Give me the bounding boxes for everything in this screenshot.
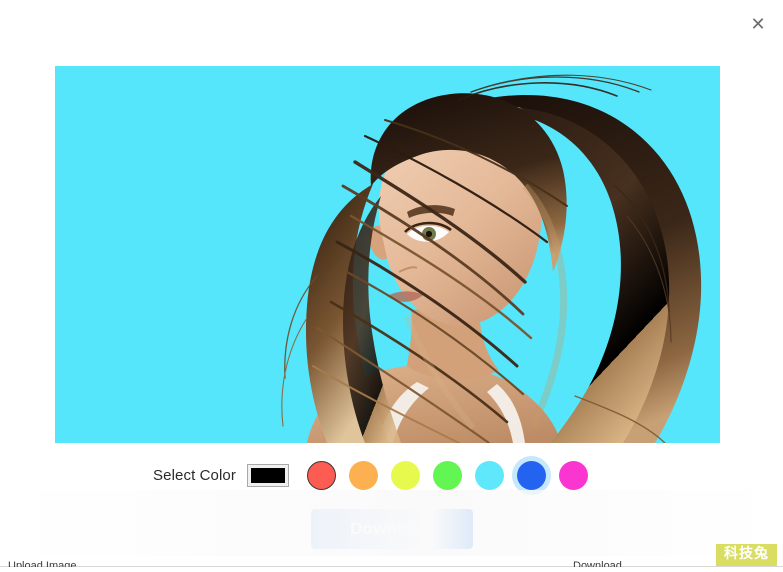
color-swatch-yellow[interactable] <box>432 460 462 490</box>
preview-image <box>55 66 720 443</box>
color-swatch-magenta[interactable] <box>601 461 630 490</box>
color-swatch-blue[interactable] <box>558 460 588 490</box>
site-watermark: 科技兔 <box>716 544 777 566</box>
download-row: Download <box>0 509 783 549</box>
behind-text-right: Download <box>573 561 622 567</box>
download-button[interactable]: Download <box>310 509 473 549</box>
custom-color-chip <box>250 467 285 483</box>
color-swatch-red[interactable] <box>348 460 378 490</box>
select-color-label: Select Color <box>153 466 236 484</box>
color-swatch-white[interactable] <box>306 460 336 490</box>
custom-color-input[interactable] <box>246 463 289 487</box>
color-swatch-list <box>306 460 630 490</box>
close-icon[interactable]: ✕ <box>743 10 773 40</box>
image-preview[interactable] <box>55 66 720 443</box>
color-swatch-green[interactable] <box>474 460 504 490</box>
color-swatch-cyan[interactable] <box>516 460 546 490</box>
color-swatch-orange[interactable] <box>390 460 420 490</box>
behind-divider <box>0 566 783 567</box>
behind-text-left: Upload Image <box>8 561 77 567</box>
page-content-behind-modal: Upload Image Download <box>0 556 783 572</box>
image-editor-modal: ✕ Select Color Download <box>0 0 783 567</box>
color-picker-row: Select Color <box>0 455 783 495</box>
